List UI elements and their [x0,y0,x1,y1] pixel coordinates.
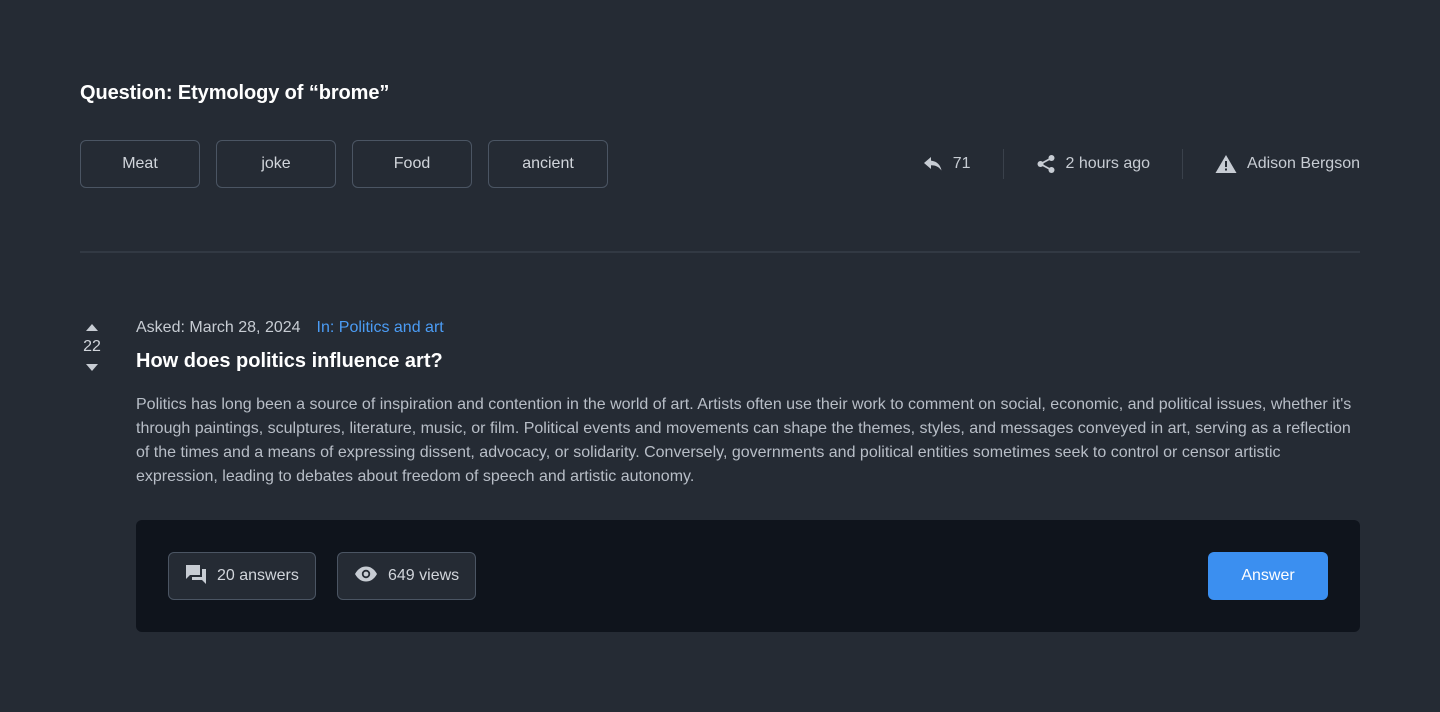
views-count-label: 649 views [388,567,460,584]
meta-divider [1182,149,1184,179]
author-name: Adison Bergson [1247,155,1360,172]
section-divider [80,251,1360,253]
tag-list: Meat joke Food ancient [80,140,608,188]
answers-count-button[interactable]: 20 answers [168,552,316,600]
tag-food[interactable]: Food [352,140,472,188]
author[interactable]: Adison Bergson [1215,154,1360,174]
chat-icon [185,563,207,590]
share-time[interactable]: 2 hours ago [1036,154,1151,174]
question-meta: 71 2 hours ago Adison Bergson [923,148,1360,180]
caret-down-icon [86,358,98,376]
tag-joke[interactable]: joke [216,140,336,188]
page: Question: Etymology of “brome” Meat joke… [0,0,1440,712]
page-title: Question: Etymology of “brome” [80,82,390,104]
tag-ancient[interactable]: ancient [488,140,608,188]
meta-divider [1002,149,1004,179]
answer-button[interactable]: Answer [1208,552,1328,600]
reply-count[interactable]: 71 [923,155,971,173]
question-body: Politics has long been a source of inspi… [136,396,1352,485]
share-icon [1036,154,1056,174]
share-time-label: 2 hours ago [1065,155,1151,172]
upvote-button[interactable] [80,320,104,334]
question-title[interactable]: How does politics influence art? [136,350,443,373]
downvote-button[interactable] [80,360,104,374]
category-link[interactable]: In: Politics and art [317,319,444,337]
tag-meat[interactable]: Meat [80,140,200,188]
caret-up-icon [86,318,98,336]
vote-control: 22 [80,320,104,374]
question-header: Asked: March 28, 2024 In: Politics and a… [136,319,444,337]
eye-icon [354,566,378,587]
asked-date: Asked: March 28, 2024 [136,319,301,336]
reply-count-label: 71 [952,155,971,172]
answers-count-label: 20 answers [217,567,299,584]
warning-icon [1215,154,1237,174]
views-count[interactable]: 649 views [337,552,477,600]
question-footer: 20 answers 649 views Answer [136,520,1360,632]
vote-count: 22 [83,338,101,355]
reply-icon [923,156,943,172]
